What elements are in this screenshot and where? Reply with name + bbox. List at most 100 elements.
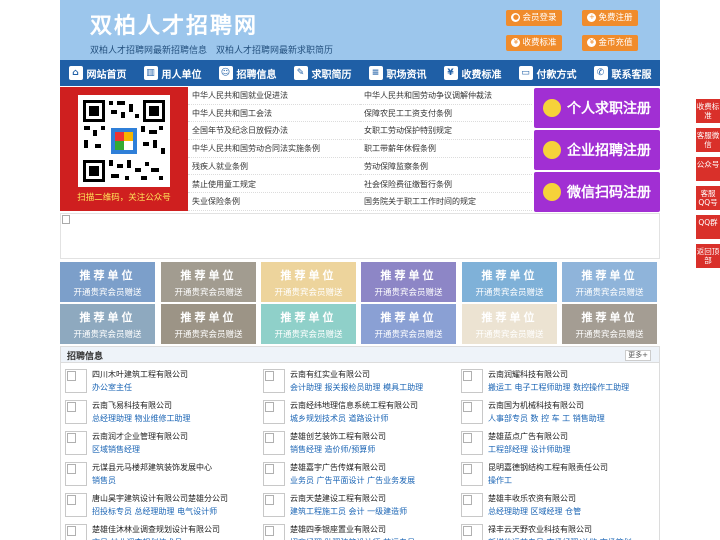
register-free-button[interactable]: + 免费注册 [582, 10, 638, 26]
law-link[interactable]: 禁止使用童工规定 [188, 176, 360, 194]
nav-pricing[interactable]: ¥ 收费标准 [435, 60, 510, 86]
law-link[interactable]: 中华人民共和国劳动合同法实施条例 [188, 140, 360, 158]
job-positions[interactable]: 总经理助理 物业维修工助理 [92, 413, 191, 424]
job-positions[interactable]: 销售员 [92, 475, 116, 486]
recommended-slot[interactable]: 推荐单位 开通贵宾会员赠送 [161, 262, 256, 302]
company-name[interactable]: 云南国为机械科技有限公司 [488, 400, 584, 411]
login-button[interactable]: ● 会员登录 [506, 10, 562, 26]
law-link[interactable]: 残疾人就业条例 [188, 158, 360, 176]
job-positions[interactable]: 销售经理 造价师/预算师 [290, 444, 375, 455]
company-logo[interactable] [461, 400, 483, 424]
company-logo[interactable] [263, 369, 285, 393]
company-name[interactable]: 楚雄佳沐林业调查规划设计有限公司 [92, 524, 220, 535]
company-name[interactable]: 楚雄嘉宇广告传媒有限公司 [290, 462, 386, 473]
company-name[interactable]: 楚雄四季银座置业有限公司 [290, 524, 386, 535]
company-name[interactable]: 云南有红实业有限公司 [290, 369, 370, 380]
job-positions[interactable]: 招投标专员 总经理助理 电气设计师 [92, 506, 217, 517]
company-logo[interactable] [461, 493, 483, 517]
company-logo[interactable] [461, 462, 483, 486]
company-logo[interactable] [65, 462, 87, 486]
nav-resumes[interactable]: ✎ 求职简历 [285, 60, 360, 86]
side-qq-group[interactable]: QQ群 [696, 215, 720, 239]
job-positions[interactable]: 会计助理 报关报检员助理 模具工助理 [290, 382, 423, 393]
company-name[interactable]: 云南润耀科技有限公司 [488, 369, 568, 380]
company-name[interactable]: 禄丰云天野农业科技有限公司 [488, 524, 592, 535]
jobs-more-link[interactable]: 更多+ [625, 350, 651, 361]
company-logo[interactable] [461, 369, 483, 393]
law-link[interactable]: 中华人民共和国就业促进法 [188, 87, 360, 105]
job-positions[interactable]: 办公室主任 [92, 382, 132, 393]
recommended-slot[interactable]: 推荐单位 开通贵宾会员赠送 [60, 262, 155, 302]
job-positions[interactable]: 操作工 [488, 475, 512, 486]
company-name[interactable]: 楚雄蓝点广告有限公司 [488, 431, 568, 442]
law-link[interactable]: 全国年节及纪念日放假办法 [188, 122, 360, 141]
company-logo[interactable] [65, 524, 87, 540]
recommended-slot[interactable]: 推荐单位 开通贵宾会员赠送 [261, 304, 356, 344]
job-positions[interactable]: 人事部专员 数 控 车 工 销售助理 [488, 413, 605, 424]
company-logo[interactable] [263, 431, 285, 455]
side-official-account[interactable]: 公众号 [696, 157, 720, 181]
company-name[interactable]: 云南润才企业管理有限公司 [92, 431, 188, 442]
recommended-slot[interactable]: 推荐单位 开通贵宾会员赠送 [261, 262, 356, 302]
recommended-slot[interactable]: 推荐单位 开通贵宾会员赠送 [361, 262, 456, 302]
company-logo[interactable] [65, 431, 87, 455]
company-name[interactable]: 云南天楚建设工程有限公司 [290, 493, 386, 504]
company-name[interactable]: 四川木叶建筑工程有限公司 [92, 369, 188, 380]
company-logo[interactable] [65, 369, 87, 393]
recommended-slot[interactable]: 推荐单位 开通贵宾会员赠送 [462, 262, 557, 302]
company-logo[interactable] [461, 524, 483, 540]
recommended-slot[interactable]: 推荐单位 开通贵宾会员赠送 [161, 304, 256, 344]
law-link[interactable]: 国务院关于职工工作时间的规定 [360, 193, 532, 211]
jobseeker-register-button[interactable]: 个人求职注册 [534, 88, 660, 128]
side-pricing[interactable]: 收费标准 [696, 99, 720, 123]
job-positions[interactable]: 工程部经理 设计师助理 [488, 444, 571, 455]
company-logo[interactable] [263, 524, 285, 540]
side-wechat[interactable]: 客服微信 [696, 128, 720, 152]
law-link[interactable]: 中华人民共和国工会法 [188, 105, 360, 123]
employer-register-button[interactable]: 企业招聘注册 [534, 130, 660, 170]
recommended-slot[interactable]: 推荐单位 开通贵宾会员赠送 [60, 304, 155, 344]
law-link[interactable]: 中华人民共和国劳动争议调解仲裁法 [360, 87, 532, 105]
law-link[interactable]: 女职工劳动保护特别规定 [360, 122, 532, 141]
job-positions[interactable]: 业务员 广告平面设计 广告业务发展 [290, 475, 415, 486]
side-back-to-top[interactable]: 返回顶部 [696, 244, 720, 268]
company-name[interactable]: 楚雄创艺装饰工程有限公司 [290, 431, 386, 442]
law-link[interactable]: 社会保险费征缴暂行条例 [360, 176, 532, 194]
law-link[interactable]: 保障农民工工资支付条例 [360, 105, 532, 123]
wechat-register-button[interactable]: 微信扫码注册 [534, 172, 660, 212]
nav-support[interactable]: ✆ 联系客服 [585, 60, 660, 86]
pricing-button[interactable]: ¥ 收费标准 [506, 35, 562, 51]
banner-placeholder[interactable] [60, 213, 660, 259]
company-name[interactable]: 云南飞易科技有限公司 [92, 400, 172, 411]
nav-news[interactable]: ≡ 职场资讯 [360, 60, 435, 86]
law-link[interactable]: 失业保险条例 [188, 193, 360, 211]
company-logo[interactable] [263, 400, 285, 424]
company-logo[interactable] [65, 400, 87, 424]
company-name[interactable]: 昆明嘉德钢结构工程有限责任公司 [488, 462, 608, 473]
recommended-slot[interactable]: 推荐单位 开通贵宾会员赠送 [462, 304, 557, 344]
recommended-slot[interactable]: 推荐单位 开通贵宾会员赠送 [562, 304, 657, 344]
job-positions[interactable]: 区域销售经理 [92, 444, 140, 455]
nav-jobs[interactable]: ☺ 招聘信息 [210, 60, 285, 86]
company-logo[interactable] [65, 493, 87, 517]
nav-payment[interactable]: ▭ 付款方式 [510, 60, 585, 86]
company-name[interactable]: 云南经纬地理信息系统工程有限公司 [290, 400, 418, 411]
job-positions[interactable]: 搬运工 电子工程师助理 数控操作工助理 [488, 382, 629, 393]
recommended-slot[interactable]: 推荐单位 开通贵宾会员赠送 [361, 304, 456, 344]
nav-employers[interactable]: ▥ 用人单位 [135, 60, 210, 86]
side-qq[interactable]: 客服QQ号 [696, 186, 720, 210]
recharge-button[interactable]: ¥ 金币充值 [582, 35, 638, 51]
company-logo[interactable] [461, 431, 483, 455]
job-positions[interactable]: 建筑工程施工员 会计 一级建造师 [290, 506, 407, 517]
site-logo-title[interactable]: 双柏人才招聘网 [90, 8, 258, 40]
law-link[interactable]: 劳动保障监察条例 [360, 158, 532, 176]
job-positions[interactable]: 城乡规划技术员 道路设计师 [290, 413, 389, 424]
company-logo[interactable] [263, 493, 285, 517]
recommended-slot[interactable]: 推荐单位 开通贵宾会员赠送 [562, 262, 657, 302]
company-logo[interactable] [263, 462, 285, 486]
nav-home[interactable]: ⌂ 网站首页 [60, 60, 135, 86]
job-positions[interactable]: 总经理助理 区域经理 仓管 [488, 506, 581, 517]
law-link[interactable]: 职工带薪年休假条例 [360, 140, 532, 158]
company-name[interactable]: 唐山昊宇建筑设计有限公司楚雄分公司 [92, 493, 228, 504]
company-name[interactable]: 元谋县元马楼邦建筑装饰发展中心 [92, 462, 212, 473]
